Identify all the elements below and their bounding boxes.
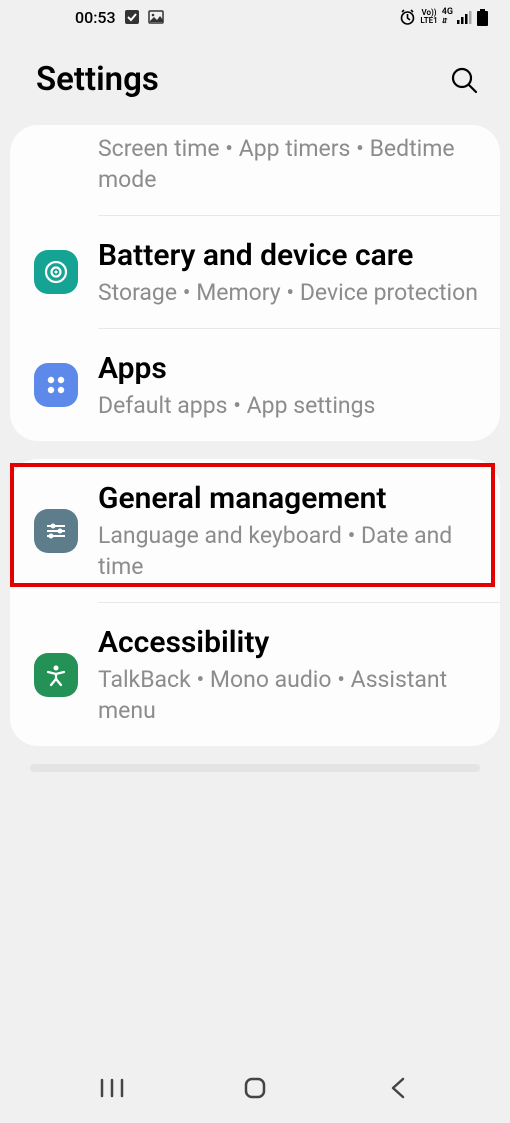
search-button[interactable] xyxy=(448,64,480,96)
navigation-bar xyxy=(0,1053,510,1123)
picture-icon xyxy=(148,9,164,25)
settings-item-general-management[interactable]: General management Language and keyboard… xyxy=(10,459,500,602)
settings-item-accessibility[interactable]: Accessibility TalkBack • Mono audio • As… xyxy=(10,603,500,746)
page-title: Settings xyxy=(36,60,159,99)
general-management-icon xyxy=(34,509,78,553)
accessibility-icon xyxy=(34,653,78,697)
settings-item-apps[interactable]: Apps Default apps • App settings xyxy=(10,329,500,441)
alarm-icon xyxy=(399,9,416,26)
item-title: Apps xyxy=(98,349,480,388)
nav-recents-button[interactable] xyxy=(82,1078,142,1098)
item-title: Battery and device care xyxy=(98,236,480,275)
apps-icon xyxy=(34,363,78,407)
signal-icon xyxy=(457,10,473,24)
search-icon xyxy=(450,66,478,94)
settings-item-digital-wellbeing[interactable]: Screen time • App timers • Bedtime mode xyxy=(10,125,500,215)
battery-icon xyxy=(477,9,488,26)
settings-card-1: Screen time • App timers • Bedtime mode … xyxy=(10,125,500,441)
item-subtitle: Screen time • App timers • Bedtime mode xyxy=(98,133,480,195)
home-icon xyxy=(243,1076,267,1100)
nav-home-button[interactable] xyxy=(225,1076,285,1100)
item-title: General management xyxy=(98,479,480,518)
settings-card-2: General management Language and keyboard… xyxy=(10,459,500,746)
volte-indicator: Vo))LTE1 xyxy=(420,9,437,25)
item-subtitle: Language and keyboard • Date and time xyxy=(98,520,480,582)
recents-icon xyxy=(100,1078,124,1098)
data-indicator: 4G⇵ xyxy=(442,8,453,26)
status-time: 00:53 xyxy=(75,8,116,27)
status-bar: 00:53 Vo))LTE1 4G⇵ xyxy=(0,0,510,34)
checkbox-icon xyxy=(124,9,140,25)
item-subtitle: TalkBack • Mono audio • Assistant menu xyxy=(98,664,480,726)
app-header: Settings xyxy=(0,34,510,125)
device-care-icon xyxy=(34,250,78,294)
scroll-indicator xyxy=(30,764,480,772)
settings-item-battery-device-care[interactable]: Battery and device care Storage • Memory… xyxy=(10,216,500,328)
item-title: Accessibility xyxy=(98,623,480,662)
back-icon xyxy=(389,1076,407,1100)
item-subtitle: Storage • Memory • Device protection xyxy=(98,277,480,308)
nav-back-button[interactable] xyxy=(368,1076,428,1100)
item-subtitle: Default apps • App settings xyxy=(98,390,480,421)
